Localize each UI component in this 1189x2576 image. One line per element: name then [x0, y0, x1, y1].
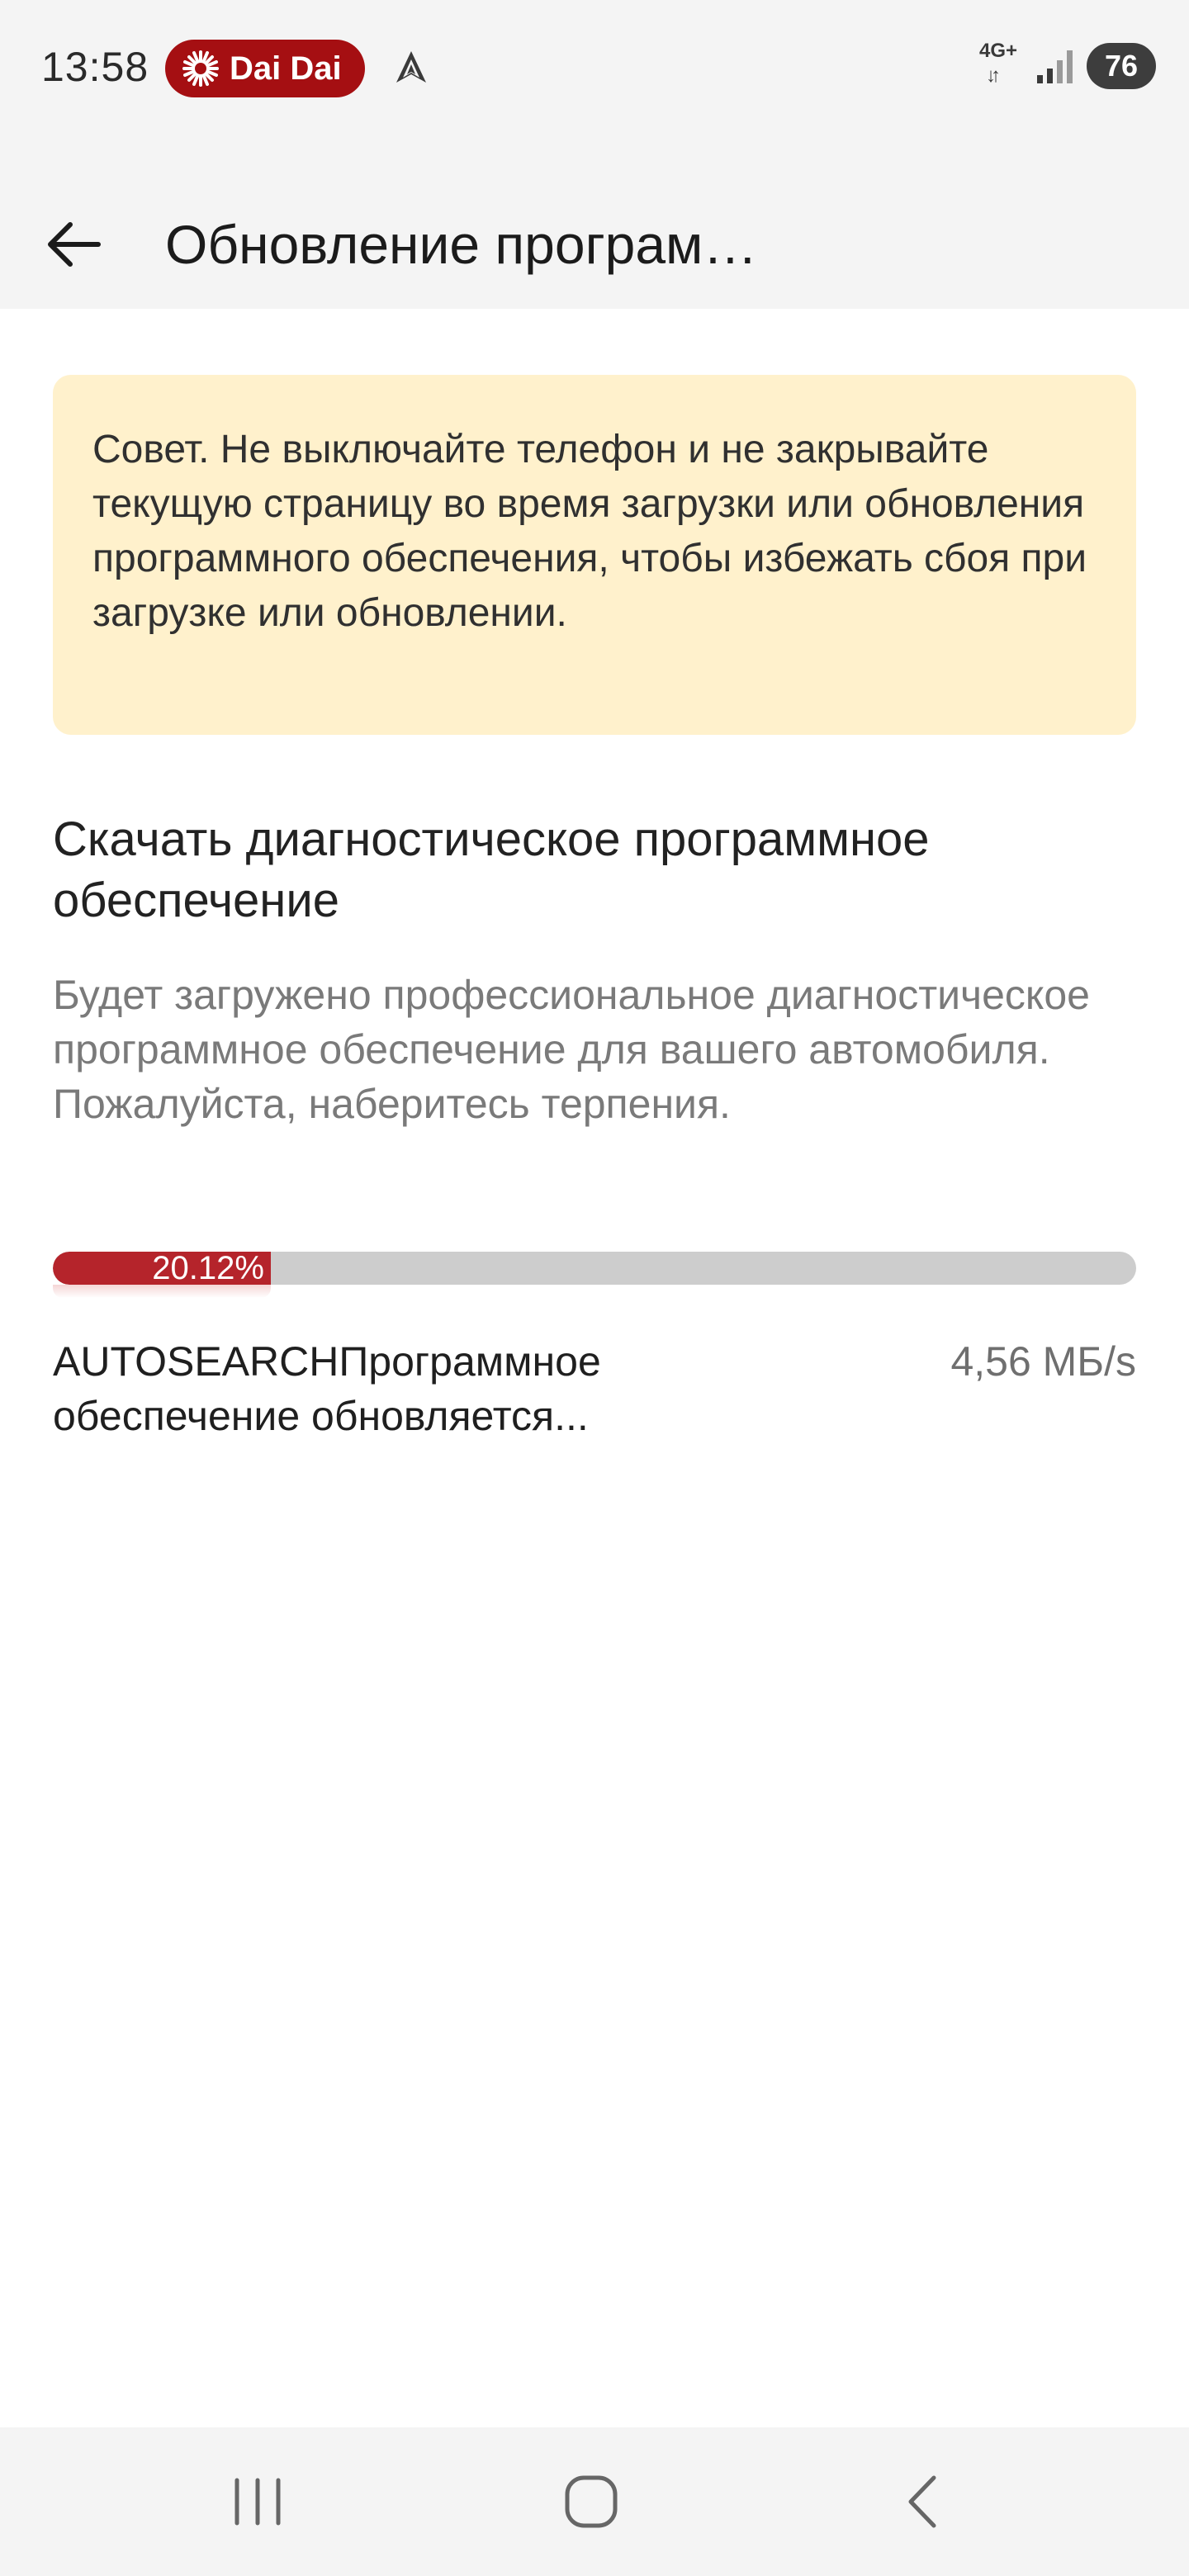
page-title: Обновление програм…: [165, 214, 758, 275]
burst-icon: [182, 50, 219, 87]
section-title: Скачать диагностическое программное обес…: [53, 812, 930, 927]
tip-text: Совет. Не выключайте телефон и не закрыв…: [92, 428, 1087, 635]
home-icon: [565, 2475, 618, 2528]
back-button[interactable]: [38, 210, 107, 279]
notification-pill-label: Dai Dai: [230, 50, 342, 87]
progress-label: 20.12%: [152, 1252, 264, 1285]
progress-shadow: [53, 1285, 271, 1298]
network-type: 4G+ ↓↑: [979, 41, 1024, 91]
system-nav-bar: [0, 2427, 1189, 2576]
signal-area: 4G+ ↓↑ 76: [979, 41, 1156, 91]
arrow-left-icon: [48, 222, 101, 267]
app-bar: Обновление програм…: [0, 139, 1189, 309]
download-status: AUTOSEARCHПрограммное обеспечение обновл…: [53, 1338, 601, 1439]
home-button[interactable]: [550, 2460, 632, 2543]
status-bar: 13:58 Dai Dai 4G+ ↓↑ 76: [0, 0, 1189, 139]
navigation-arrow-icon: [396, 51, 426, 83]
download-speed: 4,56 МБ/s: [950, 1338, 1136, 1385]
section-description: Будет загружено профессиональное диагнос…: [53, 972, 1090, 1127]
status-time: 13:58: [41, 44, 149, 90]
network-type-label: 4G+: [979, 40, 1018, 62]
signal-strength-icon: [1037, 50, 1073, 83]
tip-card: Совет. Не выключайте телефон и не закрыв…: [53, 375, 1136, 735]
battery-indicator: 76: [1087, 43, 1156, 89]
progress-fill: 20.12%: [53, 1252, 271, 1285]
progress-bar: 20.12%: [53, 1252, 1136, 1285]
system-back-button[interactable]: [880, 2460, 963, 2543]
recent-apps-button[interactable]: [216, 2460, 299, 2543]
data-arrows-icon: ↓↑: [986, 64, 1001, 87]
back-icon: [908, 2475, 936, 2528]
notification-pill[interactable]: Dai Dai: [165, 40, 365, 97]
recent-apps-icon: [234, 2478, 281, 2526]
